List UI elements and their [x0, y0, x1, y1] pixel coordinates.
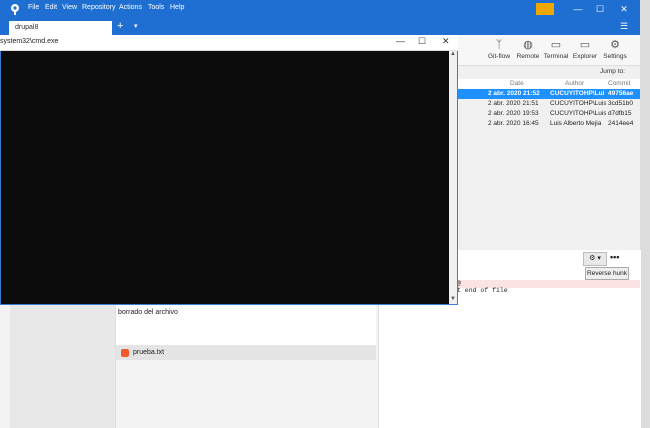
- commit-row[interactable]: 2 abr. 2020 19:53 CUCUYITOHP\Luis d7dfb1…: [458, 109, 640, 119]
- git-flow-button[interactable]: ᛉ Git-flow: [484, 37, 514, 60]
- commit-date: 2 abr. 2020 21:51: [488, 100, 539, 107]
- details-left-pane: [10, 303, 116, 428]
- hamburger-menu-icon[interactable]: ☰: [620, 21, 628, 32]
- terminal-icon: ▭: [550, 39, 562, 51]
- explorer-button[interactable]: ▭ Explorer: [570, 37, 600, 60]
- commit-hash: 49756ae: [608, 90, 634, 97]
- date-column-header[interactable]: Date: [510, 80, 524, 87]
- remote-button[interactable]: ◍ Remote: [513, 37, 543, 60]
- cmd-titlebar[interactable]: [0, 35, 458, 51]
- tab-dropdown-icon[interactable]: ▾: [134, 22, 138, 30]
- settings-button[interactable]: ⚙ Settings: [600, 37, 630, 60]
- commit-author: Luis Alberto Mejia: [550, 120, 602, 127]
- app-titlebar: File Edit View Repository Actions Tools …: [0, 0, 640, 19]
- terminal-button[interactable]: ▭ Terminal: [541, 37, 571, 60]
- maximize-button[interactable]: ☐: [592, 2, 608, 16]
- diff-options-button[interactable]: ⚙ ▾: [583, 252, 607, 266]
- file-name[interactable]: prueba.txt: [133, 349, 164, 356]
- gear-icon: ⚙: [610, 39, 620, 51]
- git-flow-label: Git-flow: [487, 53, 511, 60]
- globe-icon: ◍: [523, 39, 533, 51]
- commit-date: 2 abr. 2020 19:53: [488, 110, 539, 117]
- git-flow-icon: ᛉ: [495, 39, 503, 51]
- cmd-title: system32\cmd.exe: [0, 38, 59, 45]
- cmd-window[interactable]: [0, 35, 458, 305]
- menu-help[interactable]: Help: [170, 4, 184, 11]
- folder-icon: ▭: [579, 39, 591, 51]
- commit-row[interactable]: 2 abr. 2020 16:45 Luis Alberto Mejia 241…: [458, 119, 640, 129]
- sourcetree-logo-icon: [11, 4, 19, 15]
- explorer-label: Explorer: [572, 53, 598, 60]
- close-button[interactable]: ✕: [616, 2, 632, 16]
- scroll-down-icon[interactable]: ▼: [450, 296, 456, 302]
- flag-icon[interactable]: [536, 3, 554, 15]
- reverse-hunk-button[interactable]: Reverse hunk: [585, 267, 629, 280]
- tab-drupal8[interactable]: drupal8: [9, 21, 112, 35]
- scroll-up-icon[interactable]: ▲: [450, 51, 456, 57]
- diff-line: t end of file: [457, 287, 508, 294]
- minimize-button[interactable]: —: [570, 2, 586, 16]
- commit-row[interactable]: 2 abr. 2020 21:51 CUCUYITOHP\Luis 3cd51b…: [458, 99, 640, 109]
- commit-hash: 3cd51b0: [608, 100, 633, 107]
- menu-tools[interactable]: Tools: [148, 4, 164, 11]
- commit-hash: d7dfb15: [608, 110, 632, 117]
- commit-column-header[interactable]: Commit: [608, 80, 630, 87]
- tab-bar: drupal8 + ▾ ☰: [0, 19, 640, 35]
- commit-row[interactable]: 2 abr. 2020 21:52 CUCUYITOHP\Lui 49756ae: [458, 89, 640, 99]
- commit-author: CUCUYITOHP\Luis: [550, 100, 606, 107]
- terminal-label: Terminal: [543, 53, 569, 60]
- commit-message: borrado del archivo: [118, 309, 178, 316]
- menu-view[interactable]: View: [62, 4, 77, 11]
- cmd-scrollbar[interactable]: [449, 51, 457, 304]
- menu-repository[interactable]: Repository: [82, 4, 115, 11]
- menu-edit[interactable]: Edit: [45, 4, 57, 11]
- cmd-close-button[interactable]: ✕: [442, 36, 450, 47]
- commit-hash: 2414ee4: [608, 120, 634, 127]
- commit-author: CUCUYITOHP\Luis: [550, 110, 606, 117]
- commit-author: CUCUYITOHP\Lui: [550, 90, 605, 97]
- add-tab-button[interactable]: +: [117, 20, 123, 32]
- settings-label: Settings: [603, 53, 627, 60]
- cmd-minimize-button[interactable]: —: [396, 36, 405, 46]
- file-removed-icon: [121, 349, 129, 357]
- commit-date: 2 abr. 2020 16:45: [488, 120, 539, 127]
- desktop-edge: [640, 0, 650, 428]
- menu-actions[interactable]: Actions: [119, 4, 142, 11]
- author-column-header[interactable]: Author: [565, 80, 584, 87]
- commit-date: 2 abr. 2020 21:52: [488, 90, 540, 97]
- more-options-icon[interactable]: •••: [610, 252, 619, 262]
- remote-label: Remote: [516, 53, 540, 60]
- cmd-maximize-button[interactable]: ☐: [418, 36, 426, 47]
- jump-to-label[interactable]: Jump to:: [600, 68, 625, 75]
- menu-file[interactable]: File: [28, 4, 39, 11]
